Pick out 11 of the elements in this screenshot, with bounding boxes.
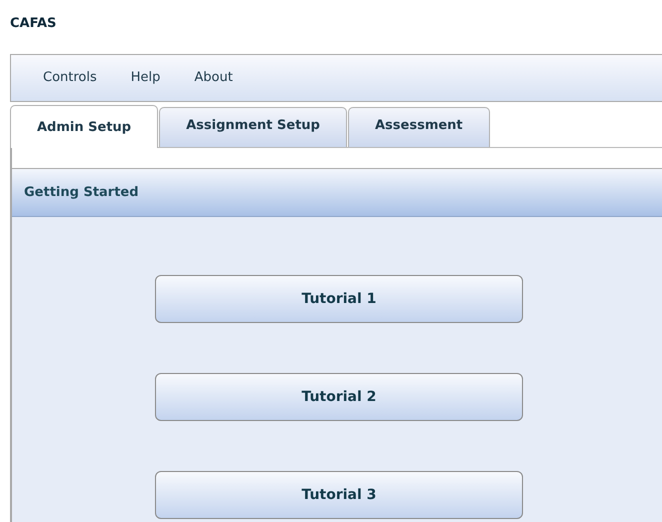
app-title: CAFAS: [10, 16, 56, 32]
tab[interactable]: Assignment Setup: [159, 107, 347, 147]
menu-item[interactable]: Controls: [43, 68, 97, 88]
tutorial-button[interactable]: Tutorial 1: [155, 275, 523, 323]
tab[interactable]: Assessment: [348, 107, 490, 147]
panel-title: Getting Started: [24, 184, 139, 202]
tutorial-button[interactable]: Tutorial 3: [155, 471, 523, 519]
tab[interactable]: Admin Setup: [10, 105, 158, 148]
tutorial-button[interactable]: Tutorial 2: [155, 373, 523, 421]
menu-item[interactable]: About: [194, 68, 233, 88]
menu-item[interactable]: Help: [130, 68, 160, 88]
